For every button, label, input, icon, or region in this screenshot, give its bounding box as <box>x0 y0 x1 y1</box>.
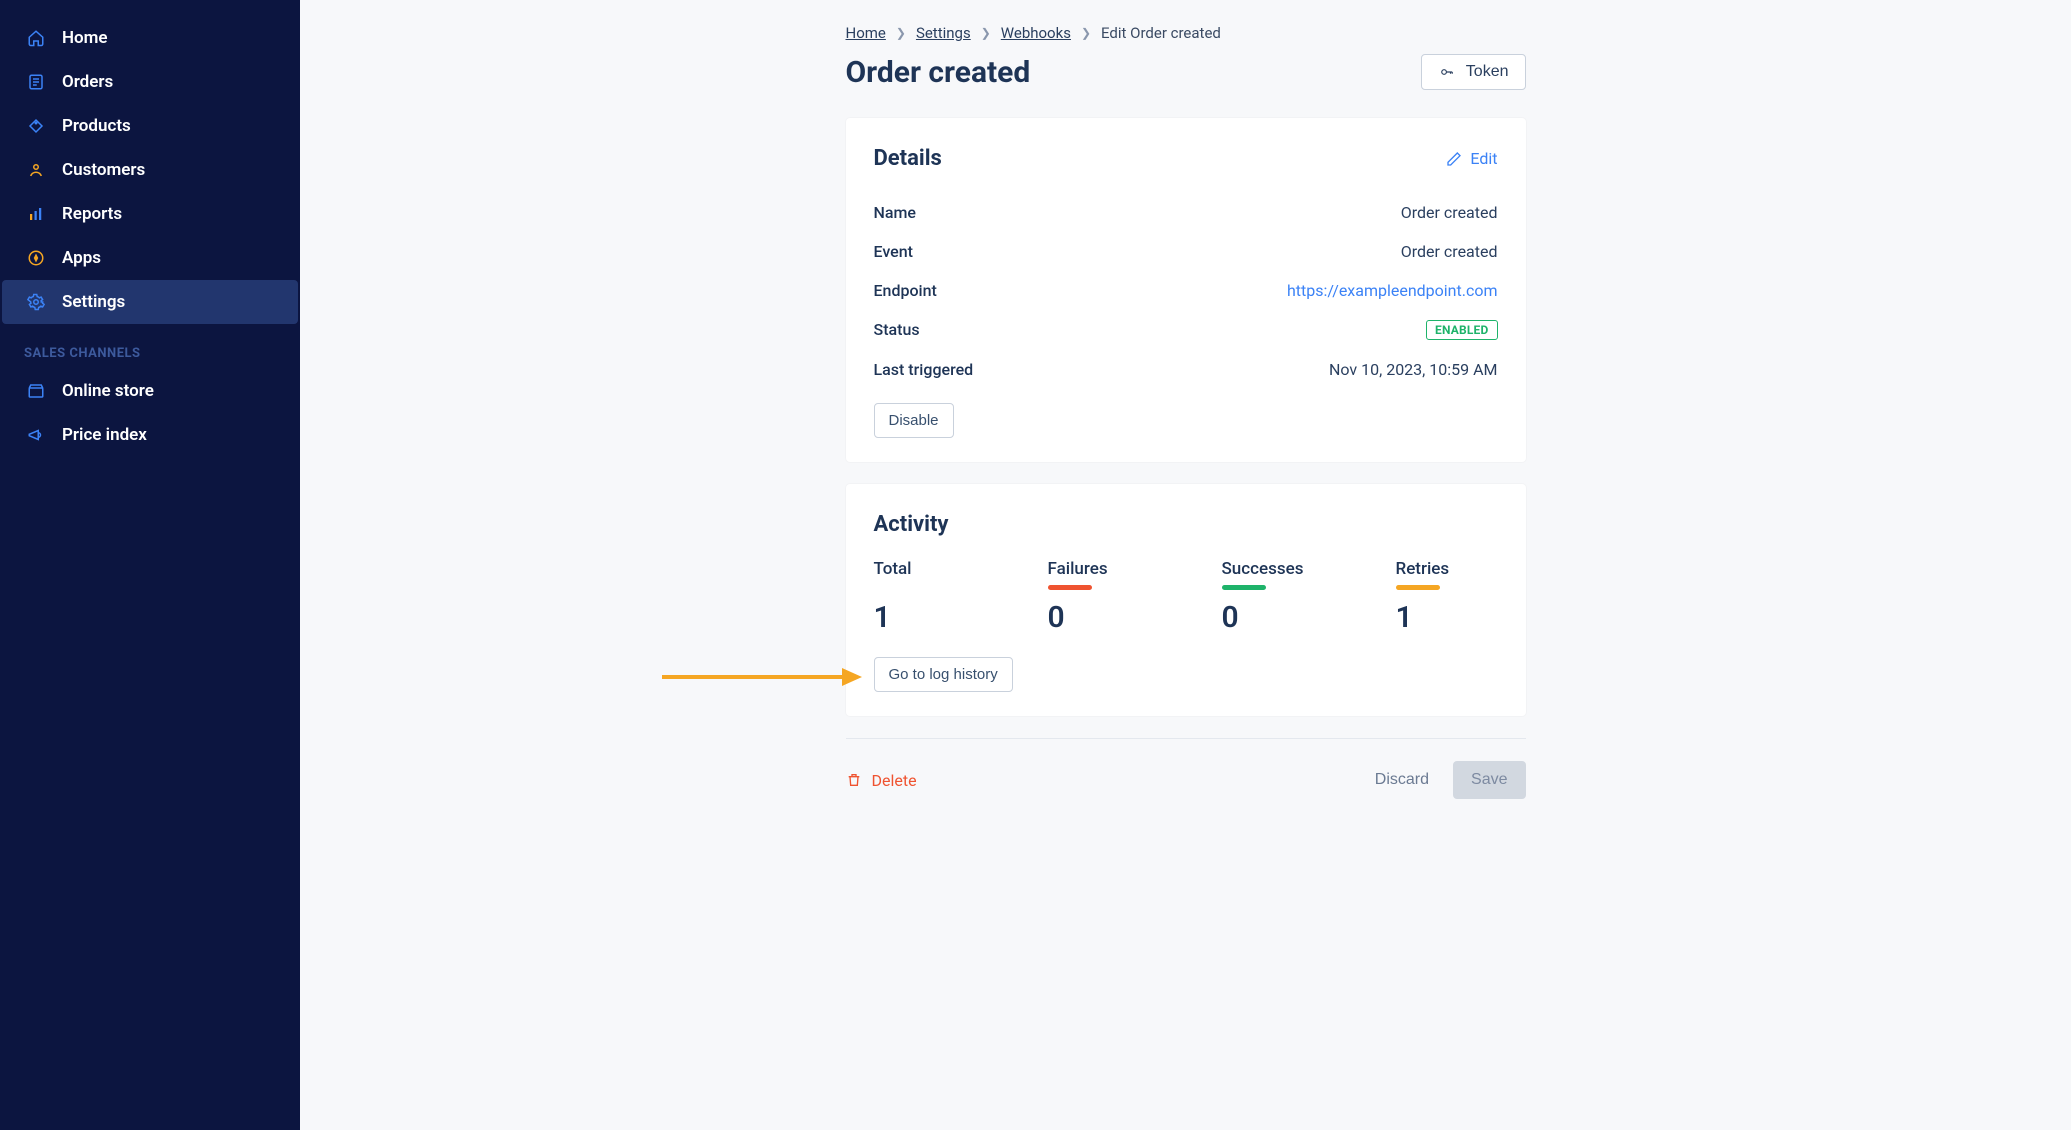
breadcrumb-home[interactable]: Home <box>846 24 886 42</box>
sidebar-item-label: Apps <box>62 248 101 268</box>
detail-row-status: Status ENABLED <box>874 310 1498 350</box>
sidebar-item-price-index[interactable]: Price index <box>2 413 298 457</box>
details-card: Details Edit Name Order created Event Or… <box>846 118 1526 462</box>
detail-value: Order created <box>1401 242 1498 261</box>
edit-button-label: Edit <box>1470 149 1497 168</box>
token-button[interactable]: Token <box>1421 54 1526 90</box>
detail-row-name: Name Order created <box>874 193 1498 232</box>
page-title: Order created <box>846 55 1031 90</box>
sidebar-item-label: Products <box>62 116 131 136</box>
detail-value-link[interactable]: https://exampleendpoint.com <box>1287 281 1498 300</box>
stat-retries: Retries 1 <box>1396 559 1516 635</box>
breadcrumb-webhooks[interactable]: Webhooks <box>1001 24 1071 42</box>
settings-icon <box>26 292 46 312</box>
sidebar-item-label: Home <box>62 28 108 48</box>
details-title: Details <box>874 146 942 171</box>
activity-title: Activity <box>874 512 949 537</box>
sidebar-item-online-store[interactable]: Online store <box>2 369 298 413</box>
detail-value: Order created <box>1401 203 1498 222</box>
detail-label: Last triggered <box>874 360 974 379</box>
sidebar-item-settings[interactable]: Settings <box>2 280 298 324</box>
store-icon <box>26 381 46 401</box>
sidebar-item-label: Settings <box>62 292 125 312</box>
stat-label: Successes <box>1222 559 1342 579</box>
token-button-label: Token <box>1466 63 1509 81</box>
disable-button[interactable]: Disable <box>874 403 954 438</box>
breadcrumb-settings[interactable]: Settings <box>916 24 971 42</box>
sidebar: Home Orders Products Customers Reports A… <box>0 0 300 1130</box>
apps-icon <box>26 248 46 268</box>
edit-button[interactable]: Edit <box>1446 149 1497 168</box>
trash-icon <box>846 772 862 788</box>
products-icon <box>26 116 46 136</box>
chevron-right-icon: ❯ <box>1081 26 1091 40</box>
detail-row-event: Event Order created <box>874 232 1498 271</box>
key-icon <box>1438 65 1456 79</box>
stat-value: 0 <box>1222 600 1342 635</box>
detail-value: Nov 10, 2023, 10:59 AM <box>1329 360 1498 379</box>
detail-label: Event <box>874 242 913 261</box>
megaphone-icon <box>26 425 46 445</box>
sidebar-item-label: Online store <box>62 381 154 401</box>
home-icon <box>26 28 46 48</box>
detail-label: Status <box>874 320 920 340</box>
log-history-button[interactable]: Go to log history <box>874 657 1013 692</box>
breadcrumb-current: Edit Order created <box>1101 24 1221 42</box>
action-row: Delete Discard Save <box>846 738 1526 799</box>
sidebar-item-orders[interactable]: Orders <box>2 60 298 104</box>
orders-icon <box>26 72 46 92</box>
detail-label: Name <box>874 203 916 222</box>
stat-total: Total 1 <box>874 559 994 635</box>
stat-label: Failures <box>1048 559 1168 579</box>
sidebar-item-label: Reports <box>62 204 122 224</box>
save-button[interactable]: Save <box>1453 761 1525 799</box>
stat-value: 1 <box>874 600 994 635</box>
stat-underline-green <box>1222 585 1266 590</box>
customers-icon <box>26 160 46 180</box>
discard-button[interactable]: Discard <box>1361 763 1443 797</box>
activity-card: Activity Total 1 Failures 0 Successes 0 <box>846 484 1526 716</box>
breadcrumb: Home ❯ Settings ❯ Webhooks ❯ Edit Order … <box>846 24 1526 42</box>
reports-icon <box>26 204 46 224</box>
sidebar-item-customers[interactable]: Customers <box>2 148 298 192</box>
stat-value: 1 <box>1396 600 1516 635</box>
sidebar-item-label: Orders <box>62 72 113 92</box>
sidebar-item-reports[interactable]: Reports <box>2 192 298 236</box>
detail-label: Endpoint <box>874 281 937 300</box>
chevron-right-icon: ❯ <box>981 26 991 40</box>
stat-label: Total <box>874 559 994 579</box>
stat-value: 0 <box>1048 600 1168 635</box>
sidebar-item-apps[interactable]: Apps <box>2 236 298 280</box>
stat-failures: Failures 0 <box>1048 559 1168 635</box>
delete-button[interactable]: Delete <box>846 771 917 790</box>
sidebar-item-label: Customers <box>62 160 145 180</box>
sidebar-item-products[interactable]: Products <box>2 104 298 148</box>
main-content: Home ❯ Settings ❯ Webhooks ❯ Edit Order … <box>300 0 2071 1130</box>
detail-row-last-triggered: Last triggered Nov 10, 2023, 10:59 AM <box>874 350 1498 389</box>
status-badge: ENABLED <box>1426 320 1497 340</box>
sidebar-section-label: SALES CHANNELS <box>0 324 300 369</box>
sidebar-item-home[interactable]: Home <box>2 16 298 60</box>
stat-underline-red <box>1048 585 1092 590</box>
sidebar-item-label: Price index <box>62 425 147 445</box>
annotation-arrow-icon <box>662 662 862 692</box>
stat-label: Retries <box>1396 559 1516 579</box>
delete-button-label: Delete <box>872 771 917 790</box>
detail-row-endpoint: Endpoint https://exampleendpoint.com <box>874 271 1498 310</box>
chevron-right-icon: ❯ <box>896 26 906 40</box>
pencil-icon <box>1446 151 1462 167</box>
stat-successes: Successes 0 <box>1222 559 1342 635</box>
stat-underline-orange <box>1396 585 1440 590</box>
